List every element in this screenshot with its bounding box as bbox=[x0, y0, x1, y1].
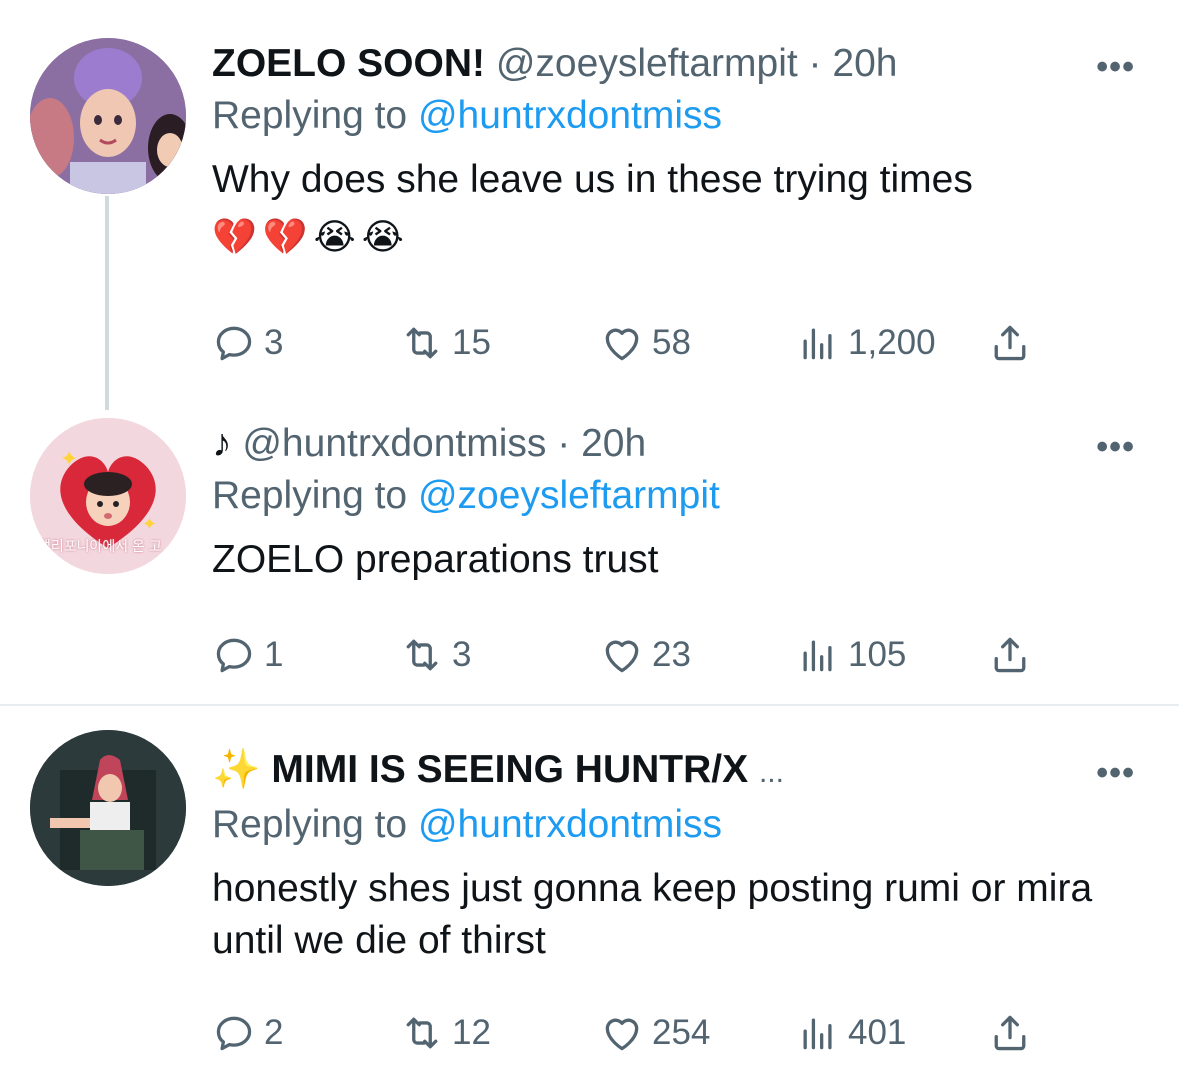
display-name[interactable]: ZOELO SOON! bbox=[212, 42, 485, 85]
tweet-3[interactable]: ✨ MIMI IS SEEING HUNTR/X ... Replying to… bbox=[0, 706, 1179, 1078]
tweet-text: ZOELO preparations trust bbox=[212, 538, 659, 581]
avatar-illustration bbox=[30, 38, 186, 194]
like-button[interactable]: 58 bbox=[600, 318, 691, 368]
timestamp[interactable]: 20h bbox=[832, 42, 897, 85]
replying-prefix: Replying to bbox=[212, 94, 408, 137]
display-name[interactable]: MIMI IS SEEING HUNTR/X bbox=[271, 748, 748, 791]
retweet-button[interactable]: 15 bbox=[400, 318, 491, 368]
reply-button[interactable]: 2 bbox=[212, 1008, 283, 1058]
tweet-header: ✨ MIMI IS SEEING HUNTR/X ... bbox=[212, 746, 1139, 797]
views-icon bbox=[796, 321, 840, 365]
replying-to: Replying to @zoeysleftarmpit bbox=[212, 472, 1139, 520]
separator: · bbox=[557, 422, 571, 465]
name-emoji: ✨ bbox=[212, 748, 261, 791]
retweet-icon bbox=[400, 1011, 444, 1055]
more-icon[interactable]: ••• bbox=[1096, 48, 1135, 87]
retweet-count: 15 bbox=[452, 323, 491, 362]
tweet-actions: 2 12 254 401 bbox=[212, 1008, 1042, 1058]
tweet-text: honestly shes just gonna keep posting ru… bbox=[212, 867, 1093, 962]
replying-to: Replying to @huntrxdontmiss bbox=[212, 92, 1139, 140]
share-button[interactable] bbox=[988, 318, 1040, 368]
tweet-actions: 3 15 58 1,200 bbox=[212, 318, 1042, 368]
reply-icon bbox=[212, 1011, 256, 1055]
timestamp[interactable]: 20h bbox=[581, 422, 646, 465]
retweet-icon bbox=[400, 633, 444, 677]
thread-line bbox=[105, 196, 109, 410]
reply-icon bbox=[212, 633, 256, 677]
like-button[interactable]: 254 bbox=[600, 1008, 710, 1058]
replying-to: Replying to @huntrxdontmiss bbox=[212, 801, 1139, 849]
replying-to-link[interactable]: @huntrxdontmiss bbox=[418, 94, 722, 137]
tweet-header: ♪ @huntrxdontmiss · 20h bbox=[212, 420, 1139, 468]
display-name[interactable]: ♪ bbox=[212, 422, 232, 465]
tweet-emojis: 💔💔😭😭 bbox=[212, 216, 410, 257]
retweet-button[interactable]: 12 bbox=[400, 1008, 491, 1058]
handle[interactable]: @zoeysleftarmpit bbox=[496, 42, 798, 85]
share-button[interactable] bbox=[988, 630, 1040, 680]
tweet-text: Why does she leave us in these trying ti… bbox=[212, 158, 973, 201]
like-count: 58 bbox=[652, 323, 691, 362]
reply-count: 2 bbox=[264, 1013, 284, 1052]
share-icon bbox=[988, 633, 1032, 677]
share-icon bbox=[988, 321, 1032, 365]
reply-count: 3 bbox=[264, 323, 284, 362]
retweet-icon bbox=[400, 321, 444, 365]
tweet-2[interactable]: ✦ ✦ 캘리포니아에서 온 고 ♪ @huntrxdontmiss · 20h … bbox=[0, 410, 1179, 706]
views-button[interactable]: 105 bbox=[796, 630, 906, 680]
svg-text:✦: ✦ bbox=[60, 446, 78, 471]
views-icon bbox=[796, 1011, 840, 1055]
views-count: 401 bbox=[848, 1013, 907, 1052]
replying-prefix: Replying to bbox=[212, 803, 408, 846]
avatar[interactable] bbox=[30, 38, 186, 194]
share-button[interactable] bbox=[988, 1008, 1040, 1058]
like-icon bbox=[600, 633, 644, 677]
separator: · bbox=[808, 42, 822, 85]
reply-button[interactable]: 1 bbox=[212, 630, 283, 680]
views-count: 105 bbox=[848, 635, 907, 674]
tweet-actions: 1 3 23 105 bbox=[212, 630, 1042, 680]
replying-prefix: Replying to bbox=[212, 474, 408, 517]
retweet-count: 12 bbox=[452, 1013, 491, 1052]
like-icon bbox=[600, 321, 644, 365]
share-icon bbox=[988, 1011, 1032, 1055]
like-count: 254 bbox=[652, 1013, 711, 1052]
reply-button[interactable]: 3 bbox=[212, 318, 283, 368]
views-button[interactable]: 1,200 bbox=[796, 318, 936, 368]
avatar-caption: 캘리포니아에서 온 고 bbox=[38, 538, 162, 554]
retweet-count: 3 bbox=[452, 635, 472, 674]
replying-to-link[interactable]: @zoeysleftarmpit bbox=[418, 474, 720, 517]
avatar[interactable] bbox=[30, 730, 186, 886]
avatar[interactable]: ✦ ✦ 캘리포니아에서 온 고 bbox=[30, 418, 186, 574]
name-ellipsis: ... bbox=[758, 756, 784, 789]
replying-to-link[interactable]: @huntrxdontmiss bbox=[418, 803, 722, 846]
views-count: 1,200 bbox=[848, 323, 936, 362]
reply-count: 1 bbox=[264, 635, 284, 674]
reply-icon bbox=[212, 321, 256, 365]
tweet-1[interactable]: ZOELO SOON! @zoeysleftarmpit · 20h Reply… bbox=[0, 0, 1179, 410]
handle[interactable]: @huntrxdontmiss bbox=[242, 422, 546, 465]
views-icon bbox=[796, 633, 840, 677]
retweet-button[interactable]: 3 bbox=[400, 630, 471, 680]
views-button[interactable]: 401 bbox=[796, 1008, 906, 1058]
more-icon[interactable]: ••• bbox=[1096, 754, 1135, 793]
like-button[interactable]: 23 bbox=[600, 630, 691, 680]
tweet-header: ZOELO SOON! @zoeysleftarmpit · 20h bbox=[212, 40, 1139, 88]
more-icon[interactable]: ••• bbox=[1096, 428, 1135, 467]
like-icon bbox=[600, 1011, 644, 1055]
svg-text:✦: ✦ bbox=[142, 514, 157, 534]
avatar-illustration bbox=[30, 730, 186, 886]
like-count: 23 bbox=[652, 635, 691, 674]
